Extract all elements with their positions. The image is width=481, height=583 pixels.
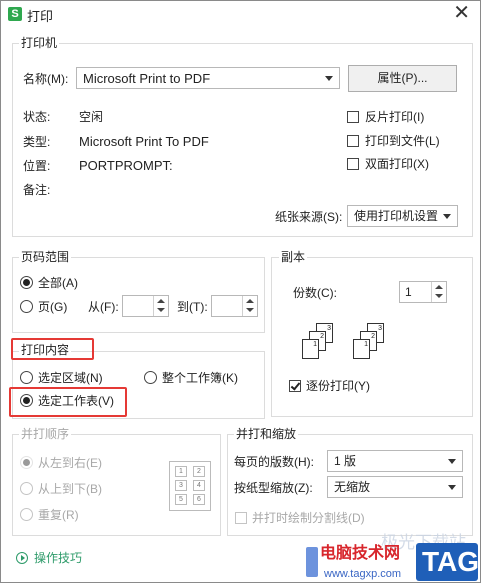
wps-spreadsheet-icon: S [8,7,22,21]
preview-cell: 5 [175,494,187,505]
print-to-file-checkbox[interactable] [347,135,359,147]
watermark-url: www.tagxp.com [324,568,402,580]
chevron-up-icon [246,299,254,303]
highlight-box-selected-sheets [9,387,127,417]
title-bar: S 打印 ✕ [1,1,480,27]
selection-radio[interactable] [20,371,33,384]
draw-divider-label: 并打时绘制分割线(D) [252,511,365,525]
watermark-logo-shape [306,547,318,577]
preview-cell: 1 [175,466,187,477]
chevron-up-icon [435,285,443,289]
repeat-label: 重复(R) [38,508,79,522]
print-to-file-label: 打印到文件(L) [365,134,440,148]
reverse-print-checkbox[interactable] [347,111,359,123]
repeat-radio[interactable] [20,508,33,521]
printer-group-label: 打印机 [19,36,60,50]
highlight-box-print-content [11,338,94,360]
top-to-bottom-radio[interactable] [20,482,33,495]
stepper-buttons[interactable] [153,296,168,316]
page-range-label: 页码范围 [19,250,72,264]
close-button[interactable]: ✕ [453,2,470,24]
page-range-pages-radio[interactable] [20,300,33,313]
location-value: PORTPROMPT: [79,158,173,173]
chevron-down-icon [435,294,443,298]
whole-workbook-radio[interactable] [144,371,157,384]
play-circle-icon [16,552,28,564]
chevron-down-icon [448,459,456,464]
preview-cell: 2 [193,466,205,477]
pages-per-sheet-value: 1 版 [334,454,357,468]
collate-order-label: 并打顺序 [19,427,72,441]
chevron-up-icon [157,299,165,303]
status-label: 状态: [23,110,51,124]
paper-source-label: 纸张来源(S): [275,210,343,224]
paper-source-select[interactable]: 使用打印机设置 [347,205,458,227]
type-label: 类型: [23,135,51,149]
watermark-site-name: 电脑技术网 [320,545,401,562]
tips-link[interactable]: 操作技巧 [34,550,82,566]
top-to-bottom-label: 从上到下(B) [38,482,102,496]
paper-source-value: 使用打印机设置 [354,209,439,223]
print-dialog: S 打印 ✕ 打印机 名称(M): Microsoft Print to PDF… [0,0,481,583]
tag-badge-text: TAG [422,546,480,577]
page-icon: 1 [302,339,319,359]
chevron-down-icon [157,308,165,312]
scale-value: 无缩放 [334,480,371,494]
properties-button-label: 属性(P)... [377,71,428,85]
whole-workbook-label: 整个工作簿(K) [162,371,238,385]
from-label: 从(F): [88,300,119,314]
copies-count-label: 份数(C): [293,286,337,300]
stepper-buttons[interactable] [431,282,446,302]
collate-label: 逐份打印(Y) [306,379,370,393]
page-range-pages-label: 页(G) [38,300,68,314]
page-range-all-radio[interactable] [20,276,33,289]
scale-select[interactable]: 无缩放 [327,476,463,498]
preview-cell: 4 [193,480,205,491]
left-to-right-label: 从左到右(E) [38,456,102,470]
chevron-down-icon [448,485,456,490]
chevron-down-icon [246,308,254,312]
page-icon: 1 [353,339,370,359]
collate-checkbox[interactable] [289,380,301,392]
left-to-right-radio[interactable] [20,456,33,469]
printer-name-select[interactable]: Microsoft Print to PDF [76,67,340,89]
chevron-down-icon [443,214,451,219]
chevron-down-icon [325,76,333,81]
window-title: 打印 [27,9,54,24]
scale-label: 按纸型缩放(Z): [234,481,313,495]
to-label: 到(T): [177,300,208,314]
stepper-buttons[interactable] [242,296,257,316]
zoom-group-label: 并打和缩放 [234,427,299,441]
printer-name-value: Microsoft Print to PDF [83,71,211,86]
reverse-print-label: 反片打印(I) [365,110,425,124]
tag-badge: TAG [416,543,480,581]
preview-cell: 6 [193,494,205,505]
location-label: 位置: [23,159,51,173]
properties-button[interactable]: 属性(P)... [348,65,457,92]
selection-label: 选定区域(N) [38,371,103,385]
comment-label: 备注: [23,183,51,197]
to-page-stepper[interactable] [211,295,258,317]
pages-per-sheet-label: 每页的版数(H): [234,455,314,469]
page-range-all-label: 全部(A) [38,276,78,290]
copies-group-label: 副本 [279,250,308,264]
pages-per-sheet-select[interactable]: 1 版 [327,450,463,472]
collate-order-preview: 1 2 3 4 5 6 [169,461,211,511]
status-value: 空闲 [79,110,104,124]
duplex-print-label: 双面打印(X) [365,157,429,171]
copies-count-stepper[interactable]: 1 [399,281,447,303]
site-watermark: 极光下载站 电脑技术网 www.tagxp.com TAG [306,534,480,582]
draw-divider-checkbox[interactable] [235,512,247,524]
type-value: Microsoft Print To PDF [79,134,209,149]
printer-name-label: 名称(M): [23,72,69,86]
preview-cell: 3 [175,480,187,491]
copies-count-value: 1 [405,285,412,299]
from-page-stepper[interactable] [122,295,169,317]
duplex-print-checkbox[interactable] [347,158,359,170]
